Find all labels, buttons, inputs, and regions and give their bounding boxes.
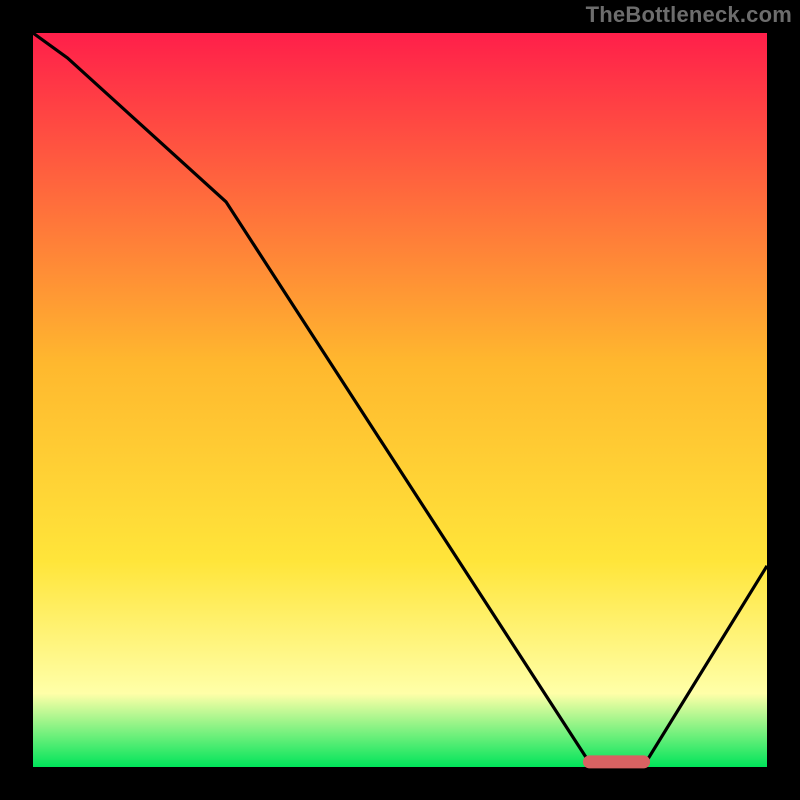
plot-area — [33, 33, 767, 767]
chart-frame: TheBottleneck.com — [0, 0, 800, 800]
bottleneck-chart — [0, 0, 800, 800]
optimal-marker — [584, 756, 650, 768]
watermark-text: TheBottleneck.com — [586, 2, 792, 28]
